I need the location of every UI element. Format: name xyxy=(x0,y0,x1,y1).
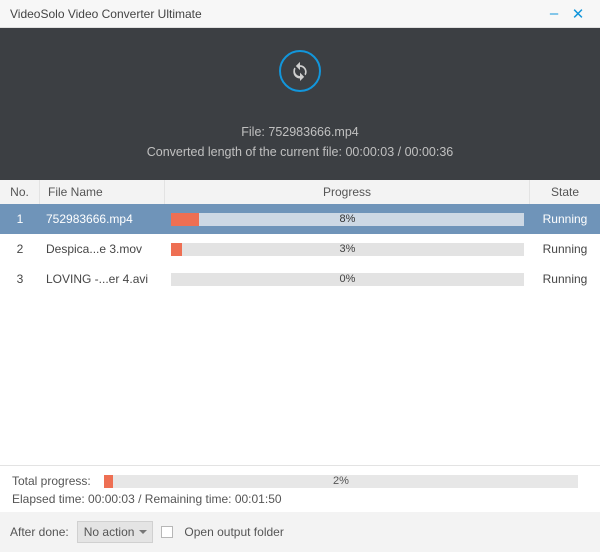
row-progress-cell: 0% xyxy=(165,273,530,286)
row-progress-percent: 3% xyxy=(340,243,356,255)
file-label: File: xyxy=(241,125,265,139)
elapsed-remaining-line: Elapsed time: 00:00:03 / Remaining time:… xyxy=(12,492,588,506)
table-header: No. File Name Progress State xyxy=(0,180,600,204)
row-filename: LOVING -...er 4.avi xyxy=(40,272,165,286)
footer-bar: After done: No action Open output folder xyxy=(0,512,600,552)
total-progress-bar: 2% xyxy=(104,475,578,488)
current-file-line: File: 752983666.mp4 xyxy=(10,122,590,142)
row-progress-cell: 3% xyxy=(165,243,530,256)
row-filename: Despica...e 3.mov xyxy=(40,242,165,256)
total-progress-fill xyxy=(104,475,113,488)
open-output-checkbox[interactable] xyxy=(161,526,173,538)
close-button[interactable]: ✕ xyxy=(566,5,590,23)
total-progress-label: Total progress: xyxy=(12,474,104,488)
col-header-file[interactable]: File Name xyxy=(40,180,165,204)
elapsed-label: Elapsed time: xyxy=(12,492,85,506)
totals-panel: Total progress: 2% Elapsed time: 00:00:0… xyxy=(0,465,600,512)
converted-length-line: Converted length of the current file: 00… xyxy=(10,142,590,162)
remaining-label: Remaining time: xyxy=(145,492,232,506)
table-row[interactable]: 2Despica...e 3.mov 3% Running xyxy=(0,234,600,264)
open-output-label: Open output folder xyxy=(184,525,283,539)
row-state: Running xyxy=(530,272,600,286)
remaining-value: 00:01:50 xyxy=(235,492,282,506)
conversion-table: No. File Name Progress State 1752983666.… xyxy=(0,180,600,512)
after-done-value: No action xyxy=(84,525,135,539)
row-progress-fill xyxy=(171,213,199,226)
after-done-select[interactable]: No action xyxy=(77,521,154,543)
col-header-state[interactable]: State xyxy=(530,180,600,204)
minimize-button[interactable]: – xyxy=(542,5,566,22)
conversion-hero: File: 752983666.mp4 Converted length of … xyxy=(0,28,600,180)
length-label: Converted length of the current file: xyxy=(147,145,342,159)
row-no: 2 xyxy=(0,242,40,256)
row-progress-bar: 8% xyxy=(171,213,524,226)
file-name: 752983666.mp4 xyxy=(268,125,358,139)
table-spacer xyxy=(0,294,600,465)
row-state: Running xyxy=(530,242,600,256)
row-no: 3 xyxy=(0,272,40,286)
length-current: 00:00:03 xyxy=(345,145,394,159)
row-progress-percent: 8% xyxy=(340,213,356,225)
row-progress-bar: 3% xyxy=(171,243,524,256)
app-window: VideoSolo Video Converter Ultimate – ✕ F… xyxy=(0,0,600,552)
table-row[interactable]: 3LOVING -...er 4.avi 0% Running xyxy=(0,264,600,294)
elapsed-value: 00:00:03 xyxy=(88,492,135,506)
row-progress-cell: 8% xyxy=(165,213,530,226)
table-body: 1752983666.mp48%Running2Despica...e 3.mo… xyxy=(0,204,600,294)
after-done-label: After done: xyxy=(10,525,69,539)
row-filename: 752983666.mp4 xyxy=(40,212,165,226)
length-total: 00:00:36 xyxy=(405,145,454,159)
titlebar: VideoSolo Video Converter Ultimate – ✕ xyxy=(0,0,600,28)
row-no: 1 xyxy=(0,212,40,226)
convert-icon xyxy=(279,50,321,92)
row-progress-percent: 0% xyxy=(340,273,356,285)
col-header-progress[interactable]: Progress xyxy=(165,180,530,204)
total-progress-percent: 2% xyxy=(333,475,349,487)
row-state: Running xyxy=(530,212,600,226)
col-header-no[interactable]: No. xyxy=(0,180,40,204)
row-progress-fill xyxy=(171,243,182,256)
row-progress-bar: 0% xyxy=(171,273,524,286)
total-progress-row: Total progress: 2% xyxy=(12,474,588,488)
table-row[interactable]: 1752983666.mp4 8% Running xyxy=(0,204,600,234)
app-title: VideoSolo Video Converter Ultimate xyxy=(10,7,542,21)
